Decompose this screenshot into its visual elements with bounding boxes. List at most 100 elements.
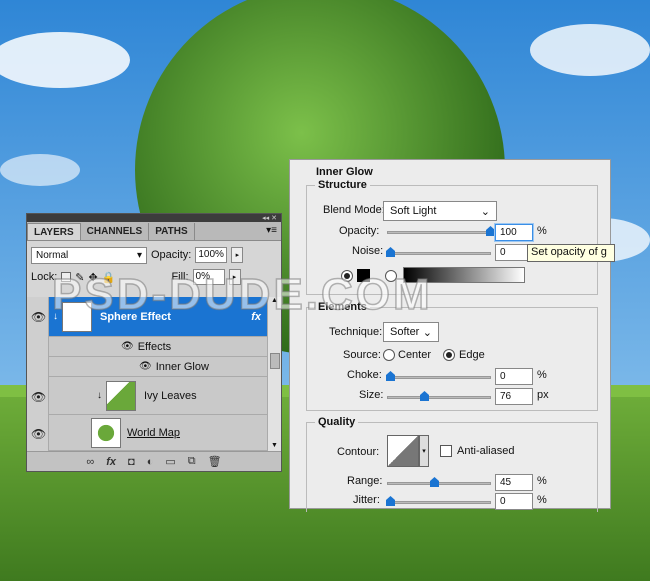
lock-transparency-icon[interactable] <box>61 272 72 282</box>
layers-bottom-toolbar: ∞ fx ◘ ◐ ▭ ⧉ 🗑 <box>27 451 281 471</box>
anti-aliased-label: Anti-aliased <box>457 445 515 457</box>
size-slider[interactable] <box>387 391 491 401</box>
lock-icon[interactable]: 🔒 <box>102 271 116 284</box>
technique-value: Softer <box>390 326 420 338</box>
fill-label: Fill: <box>171 271 189 283</box>
layer-name: World Map <box>127 426 180 439</box>
clip-arrow-icon: ↓ <box>53 311 58 322</box>
jitter-slider[interactable] <box>386 496 491 506</box>
size-unit: px <box>537 389 549 401</box>
quality-group: Quality Contour: ▾ Anti-aliased Range: 4… <box>306 416 598 512</box>
slider-knob[interactable] <box>386 371 395 381</box>
blend-mode-dropdown[interactable]: Soft Light ⌄ <box>383 201 497 221</box>
source-center-radio[interactable] <box>383 349 395 361</box>
eye-icon[interactable]: 👁 <box>31 390 46 404</box>
folder-icon[interactable]: ▭ <box>165 455 175 468</box>
source-center-label: Center <box>398 349 432 361</box>
layer-thumbnail <box>91 417 121 448</box>
opacity-label: Opacity: <box>339 225 380 237</box>
eye-icon[interactable]: 👁 <box>31 427 46 441</box>
chevron-down-icon: ⌄ <box>480 205 490 218</box>
eye-icon[interactable]: 👁 <box>121 341 134 352</box>
source-edge-label: Edge <box>459 349 485 361</box>
structure-group: Structure Blend Mode: Soft Light ⌄ Opaci… <box>306 179 598 295</box>
scroll-down-icon[interactable]: ▼ <box>268 442 281 449</box>
fx-icon[interactable]: fx <box>106 456 116 468</box>
range-input[interactable]: 45 <box>495 474 533 491</box>
trash-icon[interactable]: 🗑 <box>208 455 222 468</box>
noise-label: Noise: <box>352 245 384 257</box>
brush-icon[interactable]: ✎ <box>75 271 84 284</box>
layer-row-sphere-effect[interactable]: ↓ Sphere Effect fx <box>49 297 267 337</box>
layers-panel: ◂◂ ✕ LAYERS CHANNELS PATHS ▾≡ Normal ▾ O… <box>26 213 282 472</box>
contour-dropdown-icon[interactable]: ▾ <box>419 435 429 467</box>
inner-glow-label: Inner Glow <box>155 360 209 373</box>
elements-title: Elements <box>315 301 370 313</box>
layer-row-world-map[interactable]: World Map <box>49 415 267 451</box>
layer-opacity-input[interactable]: 100% <box>195 247 228 263</box>
scroll-up-icon[interactable]: ▲ <box>268 297 281 304</box>
contour-picker[interactable] <box>387 435 419 467</box>
anti-aliased-checkbox[interactable] <box>440 445 452 457</box>
source-label: Source: <box>343 349 381 361</box>
range-unit: % <box>537 475 547 487</box>
dialog-title: Inner Glow <box>316 166 373 178</box>
choke-input[interactable]: 0 <box>495 368 533 385</box>
lock-label: Lock: <box>31 271 58 283</box>
blend-mode-label: Blend Mode: <box>323 204 385 216</box>
size-input[interactable]: 76 <box>495 388 533 405</box>
color-radio[interactable] <box>341 270 353 282</box>
gradient-radio[interactable] <box>385 270 397 282</box>
elements-group: Elements Technique: Softer ⌄ Source: Cen… <box>306 301 598 411</box>
layer-thumbnail <box>62 301 92 332</box>
eye-icon[interactable]: 👁 <box>31 310 46 324</box>
tab-paths[interactable]: PATHS <box>149 223 195 240</box>
opacity-input[interactable]: 100 <box>495 224 533 241</box>
effects-row[interactable]: 👁 Effects <box>49 337 267 357</box>
technique-dropdown[interactable]: Softer ⌄ <box>383 322 439 342</box>
chevron-down-icon: ⌄ <box>422 326 432 339</box>
opacity-unit: % <box>537 225 547 237</box>
panel-tabs: LAYERS CHANNELS PATHS ▾≡ <box>27 222 281 241</box>
blend-mode-value: Soft Light <box>390 205 437 217</box>
mask-icon[interactable]: ◘ <box>128 456 135 468</box>
slider-knob[interactable] <box>386 247 395 257</box>
jitter-input[interactable]: 0 <box>495 493 533 510</box>
size-label: Size: <box>359 389 384 401</box>
fill-arrow-button[interactable]: ▸ <box>228 269 241 285</box>
jitter-unit: % <box>537 494 547 506</box>
choke-slider[interactable] <box>386 371 491 381</box>
scroll-thumb[interactable] <box>270 353 280 369</box>
slider-knob[interactable] <box>486 226 495 236</box>
layer-list: 👁 👁 👁 ↓ Sphere Effect fx 👁 Effects 👁 Inn… <box>27 297 267 451</box>
source-edge-radio[interactable] <box>443 349 455 361</box>
technique-label: Technique: <box>329 326 383 338</box>
layer-row-ivy-leaves[interactable]: ↓ Ivy Leaves <box>49 377 267 415</box>
fx-icon[interactable]: fx <box>251 311 261 323</box>
blend-mode-select[interactable]: Normal ▾ <box>31 246 147 264</box>
noise-slider[interactable] <box>386 247 491 257</box>
inner-glow-row[interactable]: 👁 Inner Glow <box>49 357 267 377</box>
clip-arrow-icon: ↓ <box>97 390 102 401</box>
inner-glow-dialog: Inner Glow Structure Blend Mode: Soft Li… <box>289 159 615 512</box>
tab-channels[interactable]: CHANNELS <box>81 223 150 240</box>
range-slider[interactable] <box>387 477 491 487</box>
new-layer-icon[interactable]: ⧉ <box>188 455 196 468</box>
opacity-label: Opacity: <box>151 249 192 261</box>
layers-scrollbar[interactable]: ▲ ▼ <box>267 297 281 451</box>
eye-icon[interactable]: 👁 <box>139 361 152 372</box>
slider-knob[interactable] <box>420 391 429 401</box>
tab-layers[interactable]: LAYERS <box>27 223 81 240</box>
adjustment-icon[interactable]: ◐ <box>147 456 154 468</box>
opacity-arrow-button[interactable]: ▸ <box>231 247 244 263</box>
link-icon[interactable]: ∞ <box>86 456 94 468</box>
glow-gradient-picker[interactable] <box>403 267 525 283</box>
slider-knob[interactable] <box>430 477 439 487</box>
move-icon[interactable]: ✥ <box>89 271 98 284</box>
slider-knob[interactable] <box>386 496 395 506</box>
opacity-slider[interactable] <box>387 226 495 236</box>
glow-color-swatch[interactable] <box>357 269 370 282</box>
panel-menu-icon[interactable]: ▾≡ <box>266 225 277 236</box>
jitter-label: Jitter: <box>353 494 380 506</box>
fill-input[interactable]: 0% <box>192 269 225 285</box>
